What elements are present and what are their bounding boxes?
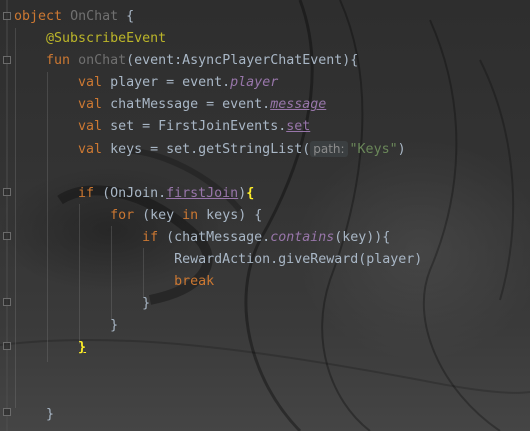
code-line: break xyxy=(14,271,422,293)
keyword: in xyxy=(182,207,199,223)
code-line: val keys = set.getStringList(path: "Keys"… xyxy=(14,139,422,161)
string-literal: "Keys" xyxy=(349,141,398,157)
annotation: @SubscribeEvent xyxy=(46,31,167,47)
fold-icon[interactable] xyxy=(3,12,11,20)
code-line: fun onChat(event:AsyncPlayerChatEvent){ xyxy=(14,50,422,72)
property: set xyxy=(286,119,311,135)
code-area[interactable]: object OnChat { @SubscribeEvent fun onCh… xyxy=(14,6,422,426)
code-text: } xyxy=(46,406,55,422)
code-line: if (chatMessage.contains(key)){ xyxy=(14,227,422,249)
fold-icon[interactable] xyxy=(3,342,11,350)
code-line: object OnChat { xyxy=(14,6,422,28)
keyword: val xyxy=(78,75,103,91)
code-text: keys = set.getStringList( xyxy=(102,141,311,157)
code-line: for (key in keys) { xyxy=(14,205,422,227)
code-line: } xyxy=(14,315,422,337)
code-text: (chatMessage. xyxy=(158,229,271,245)
code-line: } xyxy=(14,337,422,359)
code-text: (key xyxy=(134,207,183,223)
keyword: fun xyxy=(46,53,71,69)
keyword: for xyxy=(110,207,135,223)
code-text: RewardAction.giveReward(player) xyxy=(174,252,423,268)
code-text: ) xyxy=(397,141,406,157)
gutter xyxy=(6,0,8,431)
code-text: player = event. xyxy=(102,75,231,91)
matched-brace: } xyxy=(78,340,87,356)
keyword: break xyxy=(174,274,215,290)
code-line: } xyxy=(14,293,422,315)
keyword: if xyxy=(78,185,95,201)
keyword: val xyxy=(78,97,103,113)
fold-icon[interactable] xyxy=(3,56,11,64)
function-name: onChat xyxy=(78,53,127,69)
code-line: val set = FirstJoinEvents.set xyxy=(14,116,422,138)
object-name: OnChat xyxy=(70,9,119,24)
code-line: RewardAction.giveReward(player) xyxy=(14,249,422,271)
property: message xyxy=(270,97,327,113)
code-line: } xyxy=(14,404,422,426)
params: (event:AsyncPlayerChatEvent){ xyxy=(126,53,359,69)
code-editor[interactable]: object OnChat { @SubscribeEvent fun onCh… xyxy=(0,0,530,431)
keyword: object xyxy=(14,9,63,24)
code-text: } xyxy=(110,318,119,334)
code-text: keys) { xyxy=(198,207,263,223)
fold-icon[interactable] xyxy=(3,232,11,240)
keyword: if xyxy=(142,229,159,245)
matched-brace: { xyxy=(246,185,255,201)
fold-icon[interactable] xyxy=(3,298,11,306)
keyword: val xyxy=(78,141,103,157)
code-line: val player = event.player xyxy=(14,72,422,94)
code-text: (OnJoin. xyxy=(94,185,167,201)
fold-icon[interactable] xyxy=(3,408,11,416)
property: firstJoin xyxy=(166,185,239,201)
code-line: val chatMessage = event.message xyxy=(14,94,422,116)
code-text: set = FirstJoinEvents. xyxy=(102,119,287,135)
brace: { xyxy=(118,9,135,24)
code-text: } xyxy=(142,296,151,312)
method-call: contains xyxy=(270,229,335,245)
code-line: @SubscribeEvent xyxy=(14,28,422,50)
fold-icon[interactable] xyxy=(3,188,11,196)
code-text: ) xyxy=(238,185,247,201)
keyword: val xyxy=(78,119,103,135)
code-text: (key)){ xyxy=(334,229,391,245)
parameter-hint: path: xyxy=(310,140,348,157)
property: player xyxy=(230,75,279,91)
code-text: chatMessage = event. xyxy=(102,97,271,113)
code-line: if (OnJoin.firstJoin){ xyxy=(14,183,422,205)
